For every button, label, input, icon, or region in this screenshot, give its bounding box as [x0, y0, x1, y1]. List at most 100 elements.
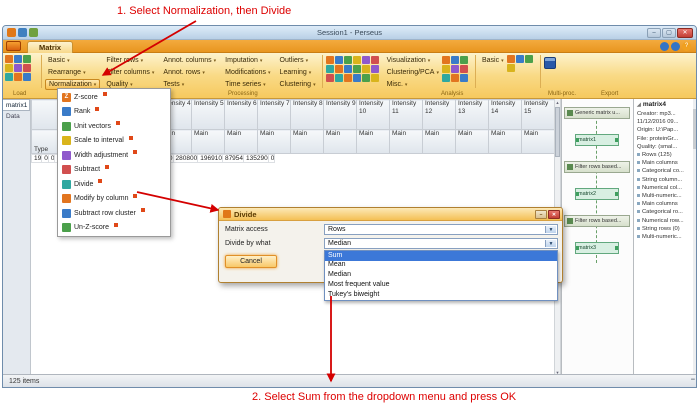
analysis-icon[interactable] [371, 74, 379, 82]
scrollbar-thumb[interactable] [555, 107, 560, 157]
divide-by-what-select[interactable]: Median ▼ [324, 238, 558, 249]
multiproc-icon[interactable] [525, 55, 533, 63]
save-icon[interactable] [544, 57, 556, 69]
ribbon-button-basic[interactable]: Basic▾ [45, 55, 100, 66]
ribbon-button-outliers[interactable]: Outliers▾ [277, 55, 319, 66]
ribbon-button-clustering-pca[interactable]: Clustering/PCA▾ [384, 67, 442, 78]
load-icon[interactable] [14, 73, 22, 81]
analysis-icon[interactable] [371, 56, 379, 64]
ribbon-button-filter-columns[interactable]: Filter columns▾ [103, 67, 157, 78]
minimize-button[interactable]: – [647, 28, 661, 38]
workflow-node-matrix2[interactable]: matrix2 [575, 188, 619, 200]
chevron-down-icon[interactable]: ▼ [545, 226, 556, 233]
option-mean[interactable]: Mean [325, 261, 557, 271]
side-tab-data[interactable]: Data [3, 111, 30, 123]
column-header[interactable]: Intensity 7 [258, 100, 291, 130]
menu-item-divide[interactable]: Divide [58, 177, 170, 192]
column-header[interactable]: Intensity 9 [324, 100, 357, 130]
screenshot-icon[interactable] [660, 42, 669, 51]
multiproc-button-basic[interactable]: Basic▾ [479, 55, 507, 66]
load-icon[interactable] [14, 64, 22, 72]
tab-matrix[interactable]: Matrix [27, 41, 73, 53]
workflow-node-generic-matrix-u[interactable]: Generic matrix u... [564, 107, 630, 119]
analysis-icon[interactable] [326, 74, 334, 82]
analysis-icon[interactable] [371, 65, 379, 73]
ribbon-button-misc[interactable]: Misc.▾ [384, 79, 442, 90]
cell[interactable]: 196910 [198, 155, 223, 163]
menu-item-scale-to-interval[interactable]: Scale to interval [58, 134, 170, 149]
column-header[interactable]: Intensity 11 [390, 100, 423, 130]
cell[interactable]: 87954 [222, 155, 243, 163]
resize-grip[interactable]: ▪▪▪ [691, 377, 694, 383]
analysis-icon[interactable] [460, 74, 468, 82]
load-icon[interactable] [23, 73, 31, 81]
analysis-icon[interactable] [451, 74, 459, 82]
dialog-close-button[interactable]: ✕ [548, 210, 560, 219]
analysis-icon[interactable] [344, 65, 352, 73]
ribbon-button-rearrange[interactable]: Rearrange▾ [45, 67, 100, 78]
ribbon-button-filter-rows[interactable]: Filter rows▾ [103, 55, 157, 66]
load-icon[interactable] [14, 55, 22, 63]
app-menu-button[interactable] [6, 41, 21, 51]
column-header[interactable]: Intensity 13 [456, 100, 489, 130]
info-icon[interactable] [671, 42, 680, 51]
ribbon-button-learning[interactable]: Learning▾ [277, 67, 319, 78]
info-line[interactable]: Main columns [637, 200, 692, 208]
option-sum[interactable]: Sum [325, 251, 557, 261]
column-header[interactable]: Intensity 5 [192, 100, 225, 130]
cell[interactable]: 280800 [173, 155, 198, 163]
ribbon-button-visualization[interactable]: Visualization▾ [384, 55, 442, 66]
option-tukey-s-biweight[interactable]: Tukey's biweight [325, 290, 557, 300]
ribbon-button-imputation[interactable]: Imputation▾ [222, 55, 273, 66]
menu-item-subtract[interactable]: Subtract [58, 163, 170, 178]
cell[interactable]: 0 [42, 155, 49, 163]
info-panel-scrollbar[interactable] [693, 99, 697, 376]
analysis-icon[interactable] [451, 56, 459, 64]
column-header[interactable]: Intensity 6 [225, 100, 258, 130]
ribbon-button-annot-columns[interactable]: Annot. columns▾ [160, 55, 219, 66]
analysis-icon[interactable] [344, 56, 352, 64]
info-line[interactable]: String column... [637, 176, 692, 184]
side-tab-matrix1[interactable]: matrix1 [3, 99, 30, 111]
ribbon-button-clustering[interactable]: Clustering▾ [277, 79, 319, 90]
workflow-node-filter-rows-based[interactable]: Filter rows based... [564, 215, 630, 227]
scroll-up-icon[interactable]: ▲ [555, 100, 560, 105]
analysis-icon[interactable] [335, 56, 343, 64]
analysis-icon[interactable] [353, 56, 361, 64]
multiproc-icon[interactable] [507, 55, 515, 63]
ribbon-button-annot-rows[interactable]: Annot. rows▾ [160, 67, 219, 78]
workflow-node-matrix1[interactable]: matrix1 [575, 134, 619, 146]
info-line[interactable]: Categorical co... [637, 167, 692, 175]
analysis-icon[interactable] [335, 74, 343, 82]
scrollbar-thumb[interactable] [693, 109, 697, 149]
ribbon-button-time-series[interactable]: Time series▾ [222, 79, 273, 90]
cell[interactable]: 135290 [244, 155, 269, 163]
help-icon[interactable]: ? [682, 42, 691, 51]
analysis-icon[interactable] [362, 56, 370, 64]
load-icon[interactable] [23, 64, 31, 72]
analysis-icon[interactable] [335, 65, 343, 73]
column-header[interactable]: Intensity 10 [357, 100, 390, 130]
workflow-node-matrix3[interactable]: matrix3 [575, 242, 619, 254]
multiproc-icon[interactable] [507, 64, 515, 72]
column-header[interactable]: Intensity 15 [522, 100, 555, 130]
info-line[interactable]: String rows (0) [637, 225, 692, 233]
workflow-node-filter-rows-based[interactable]: Filter rows based... [564, 161, 630, 173]
analysis-icon[interactable] [353, 74, 361, 82]
menu-item-width-adjustment[interactable]: Width adjustment [58, 148, 170, 163]
info-panel-title[interactable]: ◢matrix4 [637, 101, 692, 108]
analysis-icon[interactable] [442, 65, 450, 73]
row-number[interactable]: 19 [32, 155, 42, 163]
menu-item-unit-vectors[interactable]: Unit vectors [58, 119, 170, 134]
info-line[interactable]: Categorical ro... [637, 208, 692, 216]
menu-item-modify-by-column[interactable]: Modify by column [58, 192, 170, 207]
analysis-icon[interactable] [362, 65, 370, 73]
close-button[interactable]: ✕ [677, 28, 693, 38]
analysis-icon[interactable] [353, 65, 361, 73]
analysis-icon[interactable] [362, 74, 370, 82]
ribbon-button-modifications[interactable]: Modifications▾ [222, 67, 273, 78]
menu-item-un-z-score[interactable]: Un-Z-score [58, 221, 170, 236]
info-line[interactable]: Multi-numeric... [637, 192, 692, 200]
analysis-icon[interactable] [442, 56, 450, 64]
option-median[interactable]: Median [325, 271, 557, 281]
